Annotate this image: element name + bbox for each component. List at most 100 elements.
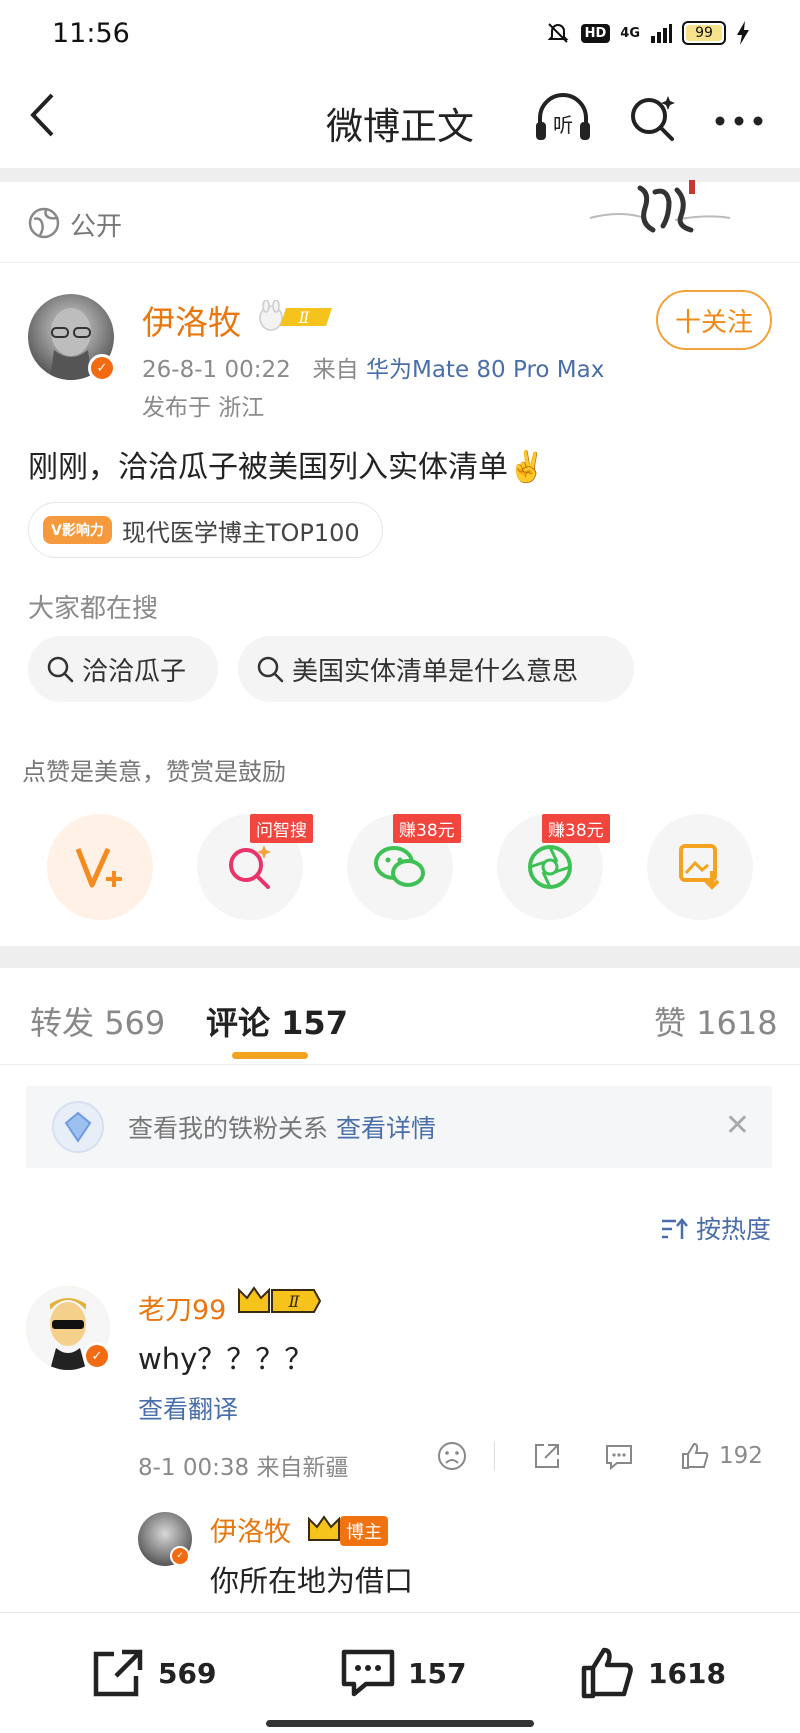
thumbs-up-icon[interactable] xyxy=(679,1440,711,1472)
comment-like-count: 192 xyxy=(719,1443,763,1469)
comment-button[interactable]: 157 xyxy=(340,1646,466,1700)
ai-search-icon xyxy=(229,845,271,889)
v-plus-icon xyxy=(75,847,122,888)
tab-comments[interactable]: 评论 157 xyxy=(206,998,348,1044)
headphones-icon: 听 xyxy=(536,93,590,140)
network-label: 4G xyxy=(620,25,640,41)
verified-badge-icon: ✓ xyxy=(83,1342,111,1370)
fan-banner-link[interactable]: 查看详情 xyxy=(336,1109,436,1145)
fan-relationship-banner[interactable]: 查看我的铁粉关系 查看详情 ✕ xyxy=(26,1086,772,1168)
author-chip: 博主 xyxy=(340,1516,388,1546)
mute-bell-icon xyxy=(547,23,569,43)
ai-search-badge: 问智搜 xyxy=(250,814,313,843)
close-icon[interactable]: ✕ xyxy=(725,1108,750,1143)
hd-icon: HD xyxy=(580,23,611,43)
comment-actions: 192 xyxy=(436,1440,763,1472)
status-icons: HD 4G 99 xyxy=(545,20,750,46)
tab-comments-count: 157 xyxy=(281,1004,348,1042)
sort-by-hot-button[interactable]: 按热度 xyxy=(660,1210,771,1246)
battery-icon: 99 xyxy=(682,21,726,45)
influence-text: 现代医学博主TOP100 xyxy=(121,518,360,547)
sort-icon xyxy=(662,1218,688,1239)
tab-likes-count: 1618 xyxy=(696,1004,778,1042)
wechat-icon xyxy=(374,846,425,887)
post-location: 发布于 浙江 xyxy=(142,395,265,421)
divider xyxy=(0,1064,800,1065)
follow-button[interactable]: 十关注 xyxy=(656,290,772,350)
reward-tip: 点赞是美意，赞赏是鼓励 xyxy=(22,758,286,786)
commenter-level-text: Ⅱ xyxy=(288,1292,301,1311)
sort-label: 按热度 xyxy=(695,1215,771,1244)
signal-icon xyxy=(651,24,672,43)
reward-button[interactable] xyxy=(47,814,153,920)
repost-icon xyxy=(93,1649,143,1697)
search-icon xyxy=(257,656,284,683)
influence-chip: V影响力 xyxy=(43,516,112,544)
separator xyxy=(494,1442,495,1470)
member-level-badge-icon: Ⅱ xyxy=(259,300,332,331)
home-indicator xyxy=(266,1720,534,1727)
search-button[interactable] xyxy=(628,93,678,147)
influence-tag[interactable]: V影响力 现代医学博主TOP100 xyxy=(28,502,383,558)
battery-level: 99 xyxy=(695,25,713,41)
status-time: 11:56 xyxy=(52,18,130,49)
reply-author-name[interactable]: 伊洛牧 xyxy=(210,1510,291,1549)
wechat-reward-badge: 赚38元 xyxy=(393,814,461,843)
bottom-like-count: 1618 xyxy=(648,1656,726,1690)
listen-button[interactable]: 听 xyxy=(533,92,593,146)
comment-text: why？？？？ xyxy=(138,1342,314,1376)
save-image-button[interactable] xyxy=(647,814,753,920)
moments-aperture-icon xyxy=(528,845,572,889)
search-sparkle-icon xyxy=(631,96,675,141)
crown-icon xyxy=(308,1515,340,1541)
comment-meta: 8-1 00:38 来自新疆 xyxy=(138,1455,349,1481)
tab-reposts[interactable]: 转发 569 xyxy=(30,998,165,1044)
tab-likes-label: 赞 xyxy=(654,1004,687,1042)
fan-banner-text: 查看我的铁粉关系 xyxy=(128,1114,329,1143)
level-badge-text: Ⅱ xyxy=(298,308,311,327)
diamond-icon xyxy=(52,1101,104,1153)
dislike-face-icon[interactable] xyxy=(436,1440,468,1472)
charging-icon xyxy=(737,21,749,45)
tab-likes[interactable]: 赞 1618 xyxy=(654,998,778,1044)
thumbs-up-icon xyxy=(581,1647,633,1699)
moments-reward-badge: 赚38元 xyxy=(542,814,610,843)
visibility-label: 公开 xyxy=(70,212,123,242)
comment-bubble-icon xyxy=(341,1649,395,1697)
post-from-prefix: 来自 xyxy=(312,357,359,383)
like-button[interactable]: 1618 xyxy=(580,1646,726,1700)
tab-reposts-label: 转发 xyxy=(30,1004,95,1042)
share-icon[interactable] xyxy=(531,1440,563,1472)
search-chip-label: 美国实体清单是什么意思 xyxy=(292,656,579,687)
post-time: 26-8-1 00:22 xyxy=(142,357,291,383)
svg-text:听: 听 xyxy=(553,113,573,137)
reply-text: 你所在地为借口 xyxy=(210,1564,414,1598)
globe-icon xyxy=(28,207,60,243)
member-crown-badge-icon: Ⅱ xyxy=(238,1286,322,1313)
tab-comments-label: 评论 xyxy=(206,1004,271,1042)
search-chip[interactable]: 洽洽瓜子 xyxy=(28,636,218,702)
search-chip-label: 洽洽瓜子 xyxy=(82,656,187,687)
bottom-comment-count: 157 xyxy=(408,1656,467,1690)
author-name[interactable]: 伊洛牧 xyxy=(142,296,241,344)
bottom-repost-count: 569 xyxy=(158,1656,217,1690)
commenter-name[interactable]: 老刀99 xyxy=(138,1288,226,1327)
reply-comment-icon[interactable] xyxy=(603,1440,635,1472)
verified-badge-icon: ✓ xyxy=(170,1546,190,1566)
more-dots-icon xyxy=(715,116,763,126)
section-divider xyxy=(0,946,800,968)
more-button[interactable] xyxy=(714,112,764,131)
repost-button[interactable]: 569 xyxy=(90,1646,216,1700)
post-device[interactable]: 华为Mate 80 Pro Max xyxy=(366,357,604,383)
translate-link[interactable]: 查看翻译 xyxy=(138,1390,238,1426)
divider xyxy=(0,262,800,263)
search-chip[interactable]: 美国实体清单是什么意思 xyxy=(238,636,634,702)
image-download-icon xyxy=(679,844,720,890)
tab-reposts-count: 569 xyxy=(104,1004,166,1042)
verified-badge-icon: ✓ xyxy=(88,354,116,382)
calligraphy-decoration-icon xyxy=(589,180,731,233)
post-text: 刚刚，洽洽瓜子被美国列入实体清单✌️ xyxy=(28,450,546,485)
post-meta: 26-8-1 00:22 来自 华为Mate 80 Pro Max xyxy=(142,350,604,384)
search-icon xyxy=(47,656,74,683)
trending-search-heading: 大家都在搜 xyxy=(28,594,159,624)
